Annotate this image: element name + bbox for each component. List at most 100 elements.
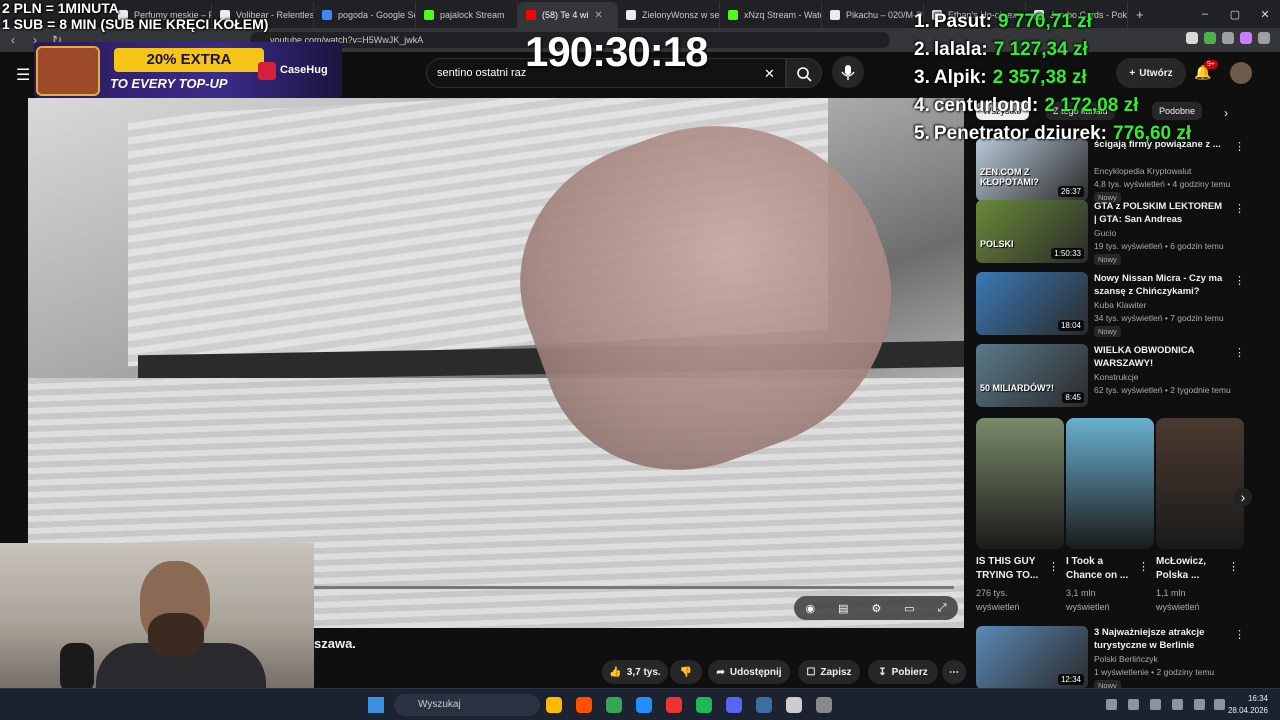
tray-mic-icon[interactable]: [1172, 699, 1183, 710]
tray-chevron-icon[interactable]: [1106, 699, 1117, 710]
like-button[interactable]: 👍 3,7 tys.: [602, 660, 668, 684]
bookmark-icon: ☐: [806, 666, 816, 678]
extension-icon[interactable]: [1222, 32, 1234, 44]
theater-mode-icon[interactable]: ▭: [904, 602, 914, 615]
dislike-button[interactable]: 👎: [670, 660, 702, 684]
short-title[interactable]: McŁowicz, Polska ...: [1156, 555, 1226, 583]
video-duration: 26:37: [1057, 186, 1084, 197]
windows-taskbar: Wyszukaj 16:34 28.04.2026: [0, 688, 1280, 720]
save-button[interactable]: ☐ Zapisz: [798, 660, 860, 684]
recommended-video[interactable]: 12:34 3 Najważniejsze atrakcje turystyczn…: [976, 626, 1246, 691]
minimize-icon[interactable]: –: [1190, 8, 1220, 20]
taskbar-app-icon[interactable]: [636, 697, 652, 713]
more-options-icon[interactable]: ⋮: [1048, 560, 1059, 573]
channel-name[interactable]: Gucio: [1094, 228, 1234, 238]
video-thumbnail[interactable]: POLSKI 1:50:33: [976, 200, 1088, 263]
more-options-icon[interactable]: ⋮: [1228, 560, 1239, 573]
voice-search-button[interactable]: [832, 56, 864, 88]
browser-tab[interactable]: xNzq Stream - Watc: [720, 2, 822, 28]
tab-label: pogoda - Google Se: [338, 10, 416, 20]
taskbar-app-icon[interactable]: [576, 697, 592, 713]
settings-gear-icon[interactable]: ⚙: [871, 602, 881, 615]
extension-icon[interactable]: [1204, 32, 1216, 44]
recommended-video[interactable]: 18:04 Nowy Nissan Micra - Czy ma szansę z…: [976, 272, 1246, 337]
more-options-icon[interactable]: ⋮: [1234, 628, 1245, 641]
video-title[interactable]: Nowy Nissan Micra - Czy ma szansę z Chiń…: [1094, 272, 1224, 298]
more-options-icon[interactable]: ⋮: [1234, 140, 1245, 153]
video-meta: 19 tys. wyświetleń • 6 godzin temu: [1094, 241, 1224, 251]
short-title[interactable]: IS THIS GUY TRYING TO...: [976, 555, 1046, 583]
taskbar-app-icon[interactable]: [666, 697, 682, 713]
channel-name[interactable]: Kuba Klawiter: [1094, 300, 1234, 310]
notification-count-badge: 9+: [1204, 60, 1218, 69]
close-window-icon[interactable]: ✕: [1250, 8, 1280, 21]
tab-close-icon[interactable]: ✕: [594, 10, 602, 21]
thumbs-up-icon: 👍: [609, 666, 622, 678]
tab-label: pajalock Stream: [440, 10, 505, 20]
share-button[interactable]: ➦ Udostępnij: [708, 660, 790, 684]
chips-next-icon[interactable]: ›: [1224, 106, 1228, 120]
taskbar-app-icon[interactable]: [756, 697, 772, 713]
short-title[interactable]: I Took a Chance on ...: [1066, 555, 1136, 583]
more-options-icon[interactable]: ⋮: [1234, 202, 1245, 215]
taskbar-app-icon[interactable]: [726, 697, 742, 713]
video-progress-bar[interactable]: [314, 586, 954, 589]
share-icon: ➦: [716, 666, 725, 678]
taskbar-app-icon[interactable]: [606, 697, 622, 713]
video-thumbnail[interactable]: 18:04: [976, 272, 1088, 335]
tray-app-icon[interactable]: [1128, 699, 1139, 710]
taskbar-app-icon[interactable]: [816, 697, 832, 713]
search-button[interactable]: [786, 58, 822, 88]
channel-name[interactable]: Konstrukcje: [1094, 372, 1234, 382]
browser-tab[interactable]: pajalock Stream: [416, 2, 518, 28]
taskbar-app-icon[interactable]: [696, 697, 712, 713]
maximize-icon[interactable]: ▢: [1220, 8, 1250, 21]
taskbar-clock[interactable]: 16:34 28.04.2026: [1228, 693, 1268, 717]
extension-icon[interactable]: [1240, 32, 1252, 44]
video-thumbnail[interactable]: 12:34: [976, 626, 1088, 689]
fullscreen-icon[interactable]: ⤢: [938, 602, 947, 615]
subtitles-icon[interactable]: ▤: [838, 602, 848, 615]
browser-tab[interactable]: ZielonyWonsz w ser: [618, 2, 720, 28]
browser-tab[interactable]: (58) Te 4 wi ✕: [518, 2, 618, 28]
more-actions-button[interactable]: ⋯: [942, 660, 966, 684]
more-options-icon[interactable]: ⋮: [1138, 560, 1149, 573]
new-badge: Nowy: [1094, 254, 1121, 265]
hamburger-menu-icon[interactable]: ☰: [16, 65, 30, 85]
taskbar-search[interactable]: Wyszukaj: [394, 694, 540, 716]
tab-label: ZielonyWonsz w ser: [642, 10, 720, 20]
browser-tab[interactable]: pogoda - Google Se: [314, 2, 416, 28]
tab-label: xNzq Stream - Watc: [744, 10, 822, 20]
browser-tab[interactable]: Pikachu – 020/M-D: [822, 2, 924, 28]
short-thumbnail[interactable]: [1066, 418, 1154, 549]
recommended-video[interactable]: 50 MILIARDÓW?! 8:45 WIELKA OBWODNICA WARSZ…: [976, 344, 1246, 408]
video-title[interactable]: GTA z POLSKIM LEKTOREM | GTA: San Andrea…: [1094, 200, 1224, 226]
more-options-icon[interactable]: ⋮: [1234, 346, 1245, 359]
video-title[interactable]: 3 Najważniejsze atrakcje turystyczne w B…: [1094, 626, 1224, 652]
menu-icon[interactable]: [1258, 32, 1270, 44]
channel-name[interactable]: Encyklopedia Kryptowalut: [1094, 166, 1234, 176]
more-options-icon[interactable]: ⋮: [1234, 274, 1245, 287]
short-thumbnail[interactable]: [1156, 418, 1244, 549]
channel-name[interactable]: Polski Berlińczyk: [1094, 654, 1234, 664]
windows-start-icon[interactable]: [368, 697, 384, 713]
recommended-video[interactable]: POLSKI 1:50:33 GTA z POLSKIM LEKTOREM | GT…: [976, 200, 1246, 265]
autoplay-toggle-icon[interactable]: ◉: [805, 602, 815, 615]
tray-volume-icon[interactable]: [1214, 699, 1225, 710]
leaderboard-amount: 9 770,71 zł: [997, 11, 1092, 32]
video-title[interactable]: WIELKA OBWODNICA WARSZAWY!: [1094, 344, 1224, 370]
shorts-next-icon[interactable]: ›: [1234, 488, 1252, 506]
taskbar-app-icon[interactable]: [786, 697, 802, 713]
thumbnail-text: ZEN.COM Z KŁOPOTAMI?: [980, 167, 1039, 187]
download-button[interactable]: ↧ Pobierz: [868, 660, 938, 684]
clear-search-icon[interactable]: ✕: [764, 66, 775, 82]
tray-network-icon[interactable]: [1150, 699, 1161, 710]
taskbar-app-icon[interactable]: [546, 697, 562, 713]
extensions-row: [1186, 32, 1270, 44]
tray-wifi-icon[interactable]: [1194, 699, 1205, 710]
short-thumbnail[interactable]: [976, 418, 1064, 549]
back-icon[interactable]: ‹: [4, 33, 22, 47]
leaderboard-amount: 7 127,34 zł: [993, 39, 1088, 60]
account-avatar[interactable]: [1230, 62, 1252, 84]
video-thumbnail[interactable]: 50 MILIARDÓW?! 8:45: [976, 344, 1088, 407]
